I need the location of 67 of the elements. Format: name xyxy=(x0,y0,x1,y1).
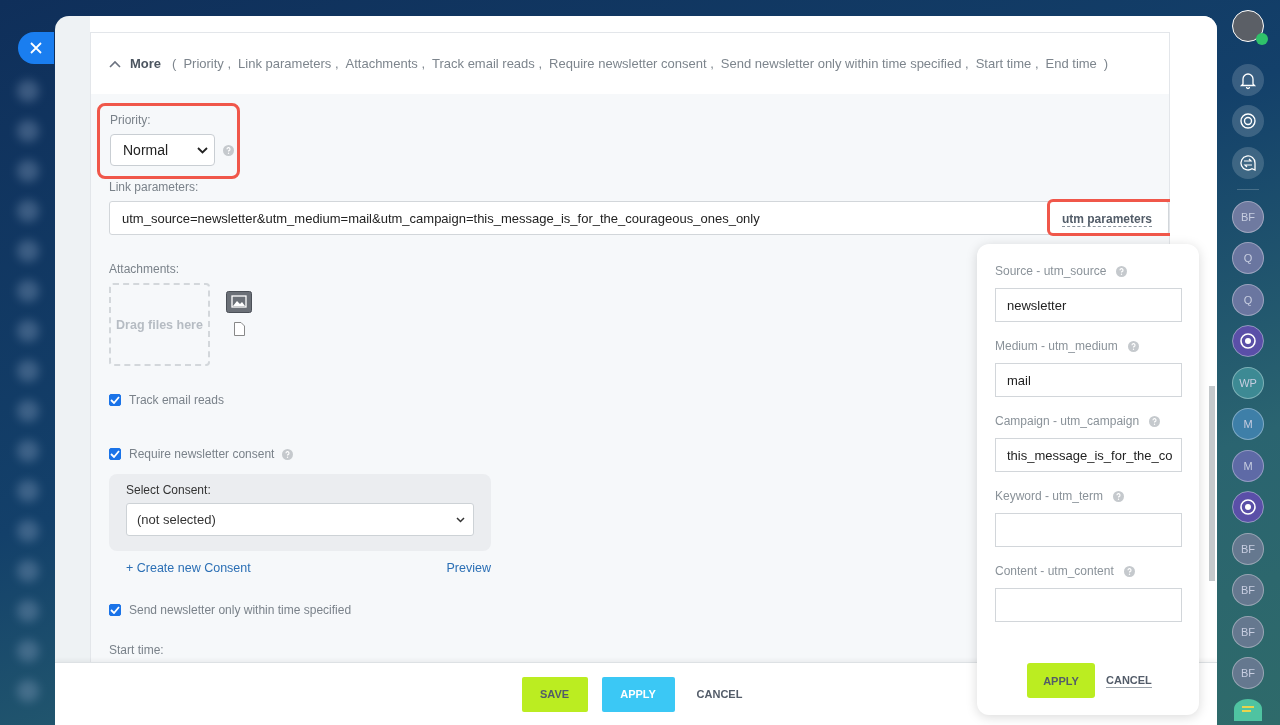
open-paren: ( xyxy=(172,56,177,71)
field-label: Source - utm_source xyxy=(995,264,1107,278)
text-field[interactable]: newsletter xyxy=(995,288,1182,322)
field-label: Link parameters: xyxy=(109,180,199,194)
text-field[interactable] xyxy=(995,513,1182,547)
contact-avatar[interactable]: BF xyxy=(1232,615,1264,648)
checkbox-label[interactable]: Require newsletter consent xyxy=(129,447,275,461)
checkbox-label[interactable]: Send newsletter only within time specified xyxy=(129,603,352,617)
field-label: Keyword - utm_term xyxy=(995,489,1104,503)
field-label: Start time: xyxy=(109,643,164,657)
field-label: Content - utm_content xyxy=(995,564,1114,578)
contact-avatar[interactable]: BF xyxy=(1232,200,1264,233)
chevron-up-icon[interactable] xyxy=(109,59,121,68)
preview-link[interactable]: Preview xyxy=(446,561,491,575)
section-link[interactable]: Send newsletter only within time specified , xyxy=(720,56,969,71)
section-link[interactable]: Attachments , xyxy=(345,56,425,71)
play-icon xyxy=(1256,33,1268,45)
contact-avatar[interactable]: Q xyxy=(1232,283,1264,316)
image-icon[interactable] xyxy=(226,291,252,313)
section-link[interactable]: Priority , xyxy=(183,56,232,71)
checkbox[interactable] xyxy=(109,448,121,460)
chat-exchange-icon[interactable] xyxy=(1232,146,1264,179)
save-button[interactable]: SAVE xyxy=(521,676,588,712)
contact-avatar[interactable]: BF xyxy=(1232,657,1264,689)
utm-parameters-link[interactable]: utm parameters xyxy=(1061,211,1152,227)
field-label: Medium - utm_medium xyxy=(995,339,1118,353)
chevron-down-icon xyxy=(197,146,208,154)
field-label: Priority: xyxy=(110,113,151,127)
scrollbar[interactable] xyxy=(1209,386,1215,581)
section-link[interactable]: End time xyxy=(1045,56,1097,71)
link-parameters-field[interactable]: utm_source=newsletter&utm_medium=mail&utm_campaign=this_message_is_for_the_courageous_ones_only utm parameters xyxy=(109,201,1169,235)
text-field[interactable]: mail xyxy=(995,363,1182,397)
text-field[interactable] xyxy=(995,588,1182,622)
swirl-icon[interactable] xyxy=(1232,105,1264,137)
contact-avatar[interactable]: WP xyxy=(1232,366,1264,399)
text-field[interactable]: this_message_is_for_the_co xyxy=(995,438,1182,472)
create-consent-link[interactable]: + Create new Consent xyxy=(126,561,251,575)
bell-icon[interactable] xyxy=(1232,63,1264,96)
field-label: Campaign - utm_campaign xyxy=(995,414,1140,428)
priority-select[interactable]: Normal xyxy=(110,134,215,166)
cancel-button[interactable]: CANCEL xyxy=(688,676,751,712)
contact-avatar[interactable]: M xyxy=(1232,449,1264,482)
section-link[interactable]: Link parameters , xyxy=(238,56,339,71)
document-icon[interactable] xyxy=(233,322,245,336)
close-button[interactable] xyxy=(18,32,54,64)
section-link[interactable]: Require newsletter consent , xyxy=(549,56,714,71)
logo-icon[interactable] xyxy=(1232,325,1264,357)
section-link[interactable]: Track email reads , xyxy=(432,56,543,71)
contact-avatar[interactable]: BF xyxy=(1232,532,1264,565)
close-paren: ) xyxy=(1103,56,1109,71)
logo-icon[interactable] xyxy=(1232,491,1264,523)
checkbox[interactable] xyxy=(109,394,121,406)
contact-avatar[interactable]: M xyxy=(1232,408,1264,440)
checkbox[interactable] xyxy=(109,604,121,616)
cancel-button[interactable]: CANCEL xyxy=(1106,673,1152,688)
checkbox-label[interactable]: Track email reads xyxy=(129,393,224,407)
chat-icon[interactable] xyxy=(1232,698,1264,721)
section-link[interactable]: Start time , xyxy=(975,56,1039,71)
more-toggle[interactable]: More xyxy=(130,56,162,71)
consent-select[interactable]: (not selected) xyxy=(126,503,474,536)
contact-avatar[interactable]: Q xyxy=(1232,242,1264,274)
close-icon xyxy=(30,42,42,54)
field-label: Attachments: xyxy=(109,262,180,276)
chevron-down-icon xyxy=(456,516,465,523)
contact-avatar[interactable]: BF xyxy=(1232,574,1264,606)
apply-button[interactable]: APPLY xyxy=(1027,663,1095,698)
field-label: Select Consent: xyxy=(126,483,212,497)
